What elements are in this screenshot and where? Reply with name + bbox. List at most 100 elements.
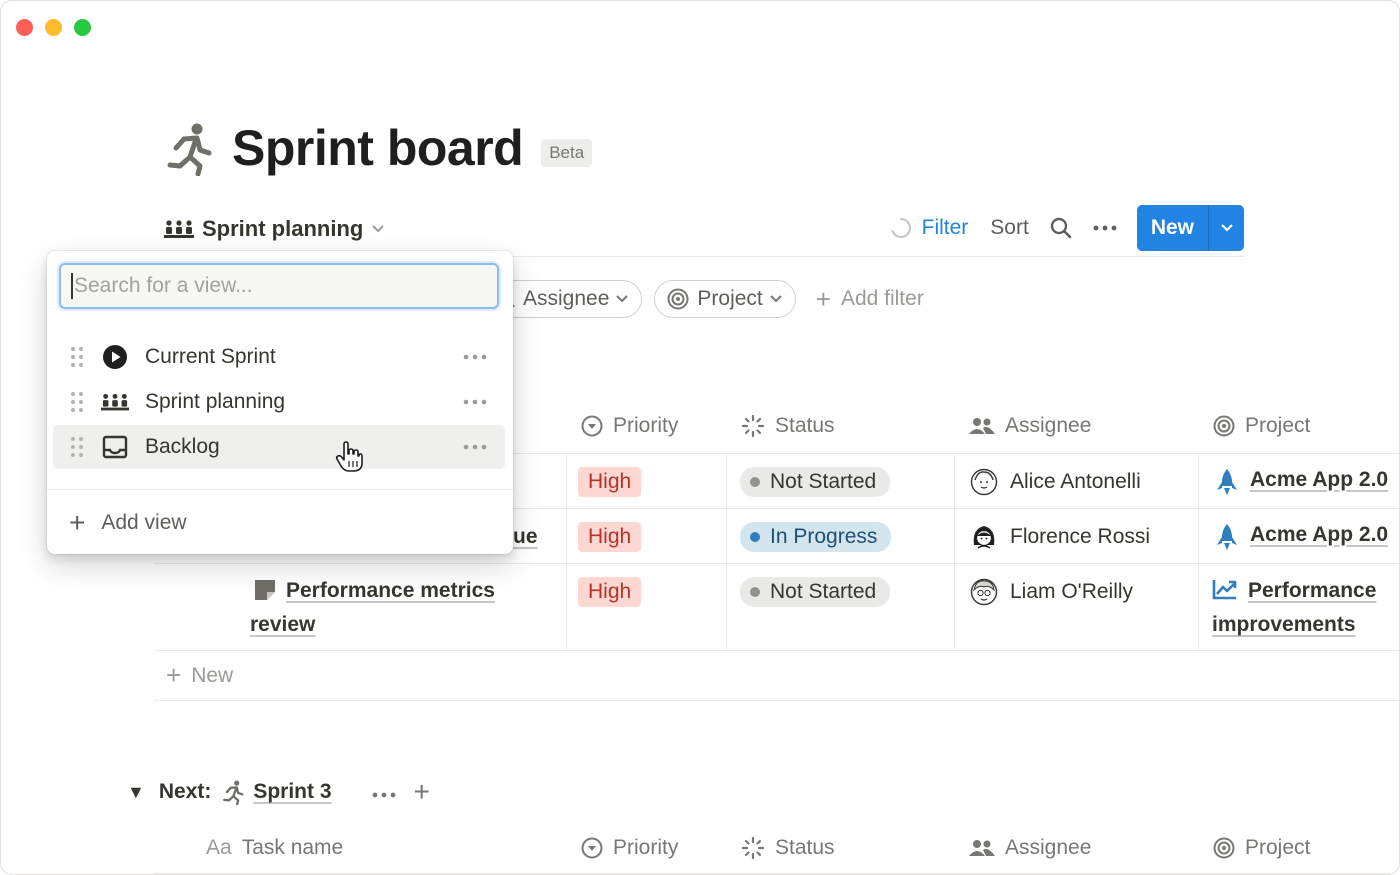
beta-badge: Beta: [541, 139, 593, 167]
minimize-window-button[interactable]: [45, 19, 62, 36]
group-more-button[interactable]: [372, 779, 396, 805]
task-name-line: review: [250, 613, 316, 636]
column-header-label: Assignee: [1005, 836, 1092, 859]
people-icon: [969, 840, 995, 856]
more-horizontal-icon: [372, 792, 395, 798]
sort-button[interactable]: Sort: [990, 216, 1029, 240]
project-cell[interactable]: Performance improvements: [1212, 564, 1376, 651]
column-header-task-name[interactable]: Aa Task name: [206, 831, 343, 865]
task-name-cell[interactable]: Performance metrics review: [250, 564, 550, 651]
current-view-label: Sprint planning: [202, 216, 364, 241]
project-cell[interactable]: Acme App 2.0: [1214, 509, 1388, 564]
status-cell[interactable]: Not Started: [740, 454, 891, 509]
column-header-status[interactable]: Status: [741, 409, 835, 443]
assignee-cell[interactable]: Liam O'Reilly: [970, 564, 1133, 619]
target-icon: [667, 288, 689, 310]
priority-cell[interactable]: High: [578, 509, 642, 564]
hand-pointer-cursor-icon: [335, 441, 363, 472]
view-switcher-dropdown: Search for a view... Current Sprint Spri…: [47, 251, 513, 554]
view-item-label: Current Sprint: [145, 345, 276, 368]
avatar-icon: [970, 578, 998, 605]
project-name-line: improvements: [1212, 613, 1356, 636]
more-options-button[interactable]: [1093, 224, 1117, 232]
view-switcher-button[interactable]: Sprint planning: [164, 211, 393, 247]
drag-handle-icon[interactable]: [69, 391, 85, 413]
add-filter-button[interactable]: + Add filter: [816, 284, 924, 315]
view-search-placeholder: Search for a view...: [74, 274, 253, 297]
view-search-input[interactable]: Search for a view...: [59, 263, 499, 309]
search-button[interactable]: [1049, 216, 1073, 240]
status-cell[interactable]: In Progress: [740, 509, 892, 564]
column-header-assignee[interactable]: Assignee: [969, 409, 1091, 443]
column-header-priority[interactable]: Priority: [581, 409, 678, 443]
divider: [154, 873, 1399, 874]
view-item-current-sprint[interactable]: Current Sprint: [53, 335, 505, 379]
project-name: Acme App 2.0: [1250, 522, 1389, 546]
view-item-more-button[interactable]: [463, 335, 487, 379]
assignee-cell[interactable]: Alice Antonelli: [970, 454, 1141, 509]
project-link[interactable]: Acme App 2.0: [1214, 468, 1388, 496]
trending-up-icon: [1212, 580, 1237, 600]
close-window-button[interactable]: [16, 19, 33, 36]
view-item-label: Sprint planning: [145, 390, 286, 413]
view-item-more-button[interactable]: [463, 380, 487, 424]
new-options-button[interactable]: [1208, 205, 1244, 251]
project-cell[interactable]: Acme App 2.0: [1214, 454, 1388, 509]
project-link[interactable]: Performance improvements: [1212, 574, 1376, 642]
rocket-icon: [1217, 523, 1237, 550]
next-group-label: Next:: [158, 780, 212, 803]
next-sprint-link[interactable]: Sprint 3: [253, 780, 331, 804]
project-filter-label: Project: [697, 287, 763, 310]
drag-handle-icon[interactable]: [69, 436, 85, 458]
new-button[interactable]: New: [1137, 205, 1208, 251]
zoom-window-button[interactable]: [74, 19, 91, 36]
task-name-cell[interactable]: ue: [513, 509, 538, 564]
assignee-filter-label: Assignee: [523, 287, 610, 310]
column-header-project[interactable]: Project: [1213, 831, 1310, 865]
table-row[interactable]: Performance metrics review High Not Start…: [154, 564, 1399, 651]
project-filter-chip[interactable]: Project: [654, 280, 796, 318]
column-header-assignee[interactable]: Assignee: [969, 831, 1091, 865]
status-cell[interactable]: Not Started: [740, 564, 891, 619]
priority-tag: High: [578, 466, 642, 497]
status-loader-icon: [741, 414, 765, 438]
assignee-name: Florence Rossi: [1010, 524, 1151, 548]
avatar-icon: [970, 468, 998, 495]
priority-icon: [581, 415, 603, 437]
filter-button[interactable]: Filter: [922, 216, 969, 240]
column-header-status[interactable]: Status: [741, 831, 835, 865]
column-header-label: Priority: [613, 414, 679, 437]
collapse-toggle-icon[interactable]: ▼: [127, 782, 145, 803]
more-horizontal-icon: [463, 354, 487, 360]
task-name: ue: [513, 520, 538, 554]
status-label: Not Started: [770, 579, 877, 603]
project-link[interactable]: Acme App 2.0: [1214, 523, 1388, 551]
text-type-icon: Aa: [206, 836, 232, 859]
people-icon: [969, 418, 995, 434]
assignee-name: Alice Antonelli: [1010, 469, 1141, 493]
group-add-button[interactable]: +: [414, 776, 430, 808]
more-horizontal-icon: [1093, 225, 1117, 231]
window-controls: [16, 19, 91, 36]
column-header-priority[interactable]: Priority: [581, 831, 678, 865]
view-item-more-button[interactable]: [463, 425, 487, 469]
column-header-label: Status: [775, 836, 835, 859]
priority-tag: High: [578, 576, 642, 607]
status-loader-icon: [741, 836, 765, 860]
running-person-icon[interactable]: [164, 120, 214, 177]
drag-handle-icon[interactable]: [69, 346, 85, 368]
column-header-project[interactable]: Project: [1213, 409, 1310, 443]
task-name[interactable]: Performance metrics review: [250, 574, 495, 642]
view-item-sprint-planning[interactable]: Sprint planning: [53, 380, 505, 424]
view-item-backlog[interactable]: Backlog: [53, 425, 505, 469]
assignee-cell[interactable]: Florence Rossi: [970, 509, 1150, 564]
priority-cell[interactable]: High: [578, 454, 642, 509]
plus-icon: +: [166, 660, 182, 690]
add-view-button[interactable]: + Add view: [69, 507, 187, 539]
running-person-icon: [223, 780, 244, 805]
chevron-down-icon: [770, 295, 782, 303]
page-title[interactable]: Sprint board: [232, 119, 524, 177]
priority-cell[interactable]: High: [578, 564, 642, 619]
add-new-row-button[interactable]: + New: [154, 651, 1399, 701]
priority-tag: High: [578, 521, 642, 552]
